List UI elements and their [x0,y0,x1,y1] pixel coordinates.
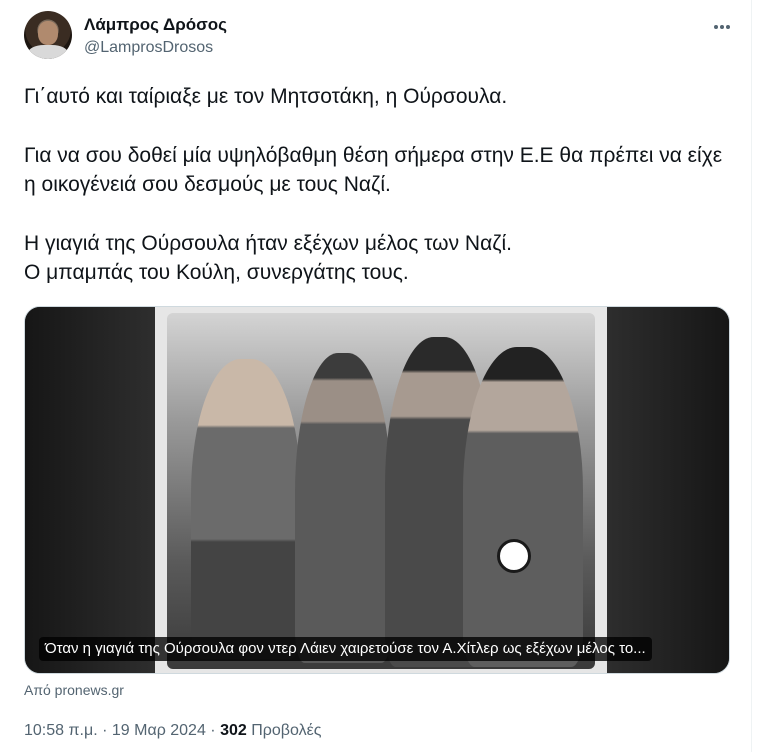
tweet-card: Λάμπρος Δρόσος @LamprosDrosos Γι΄αυτό κα… [0,0,752,752]
media-blur-right [605,307,729,673]
photo-armband [497,539,531,573]
views-count: 302 [220,722,247,739]
photo-frame [167,313,595,669]
link-source[interactable]: Από pronews.gr [24,682,124,698]
tweet-media[interactable]: Όταν η γιαγιά της Ούρσουλα φον ντερ Λάιε… [24,306,730,674]
tweet-meta: 10:58 π.μ. · 19 Μαρ 2024 · 302 Προβολές [24,722,321,740]
more-horizontal-icon [714,25,730,29]
media-photo[interactable] [155,307,607,673]
media-blur-left [25,307,155,673]
more-options-button[interactable] [708,13,736,41]
photo-figure-officer-1 [295,353,391,663]
tweet-header: Λάμπρος Δρόσος @LamprosDrosos [24,11,736,63]
media-caption: Όταν η γιαγιά της Ούρσουλα φον ντερ Λάιε… [39,637,652,661]
author-handle[interactable]: @LamprosDrosos [84,39,213,57]
photo-figure-woman [191,359,301,659]
avatar-face [38,21,58,45]
meta-separator-2: · [210,722,216,739]
avatar-shirt [28,45,68,59]
tweet-text-line-5: Ο μπαμπάς του Κούλη, συνεργάτης τους. [24,261,409,284]
meta-separator-1: · [102,722,108,739]
views-label: Προβολές [251,722,322,739]
tweet-text-line-2: Για να σου δοθεί μία υψηλόβαθμη θέση σήμ… [24,144,723,167]
tweet-date[interactable]: 19 Μαρ 2024 [112,722,206,739]
tweet-text-line-4: Η γιαγιά της Ούρσουλα ήταν εξέχων μέλος … [24,232,512,255]
tweet-time[interactable]: 10:58 π.μ. [24,722,98,739]
author-name[interactable]: Λάμπρος Δρόσος [84,15,227,35]
photo-figure-man [463,347,583,667]
tweet-text-line-1: Γι΄αυτό και ταίριαξε με τον Μητσοτάκη, η… [24,85,508,108]
avatar[interactable] [24,11,72,59]
tweet-text-line-3: η οικογένειά σου δεσμούς με τους Ναζί. [24,173,391,196]
